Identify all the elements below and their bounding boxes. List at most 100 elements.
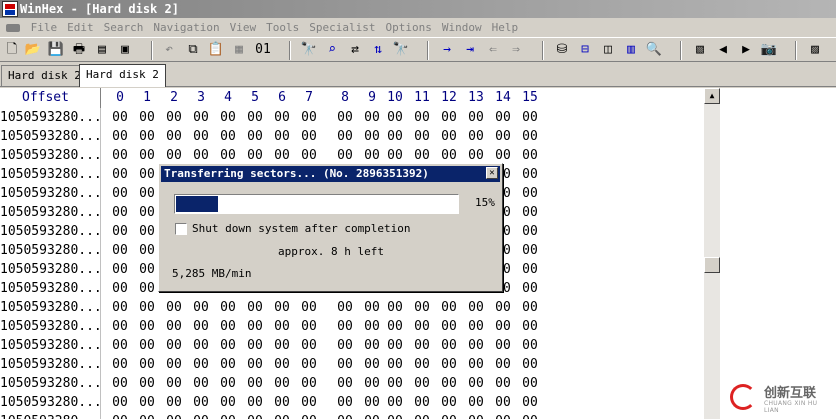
hex-byte[interactable]: 00 [362, 355, 382, 374]
hex-byte[interactable]: 00 [520, 127, 540, 146]
hex-byte[interactable]: 00 [137, 222, 157, 241]
hex-byte[interactable]: 00 [466, 374, 486, 393]
replace-text-icon[interactable]: ⇄ [346, 41, 364, 59]
hex-byte[interactable]: 00 [164, 393, 184, 412]
hex-byte[interactable]: 00 [245, 393, 265, 412]
hex-byte[interactable]: 00 [466, 127, 486, 146]
hex-byte[interactable]: 00 [191, 298, 211, 317]
hex-byte[interactable]: 00 [218, 336, 238, 355]
document-menu-icon[interactable] [6, 24, 20, 32]
hex-byte[interactable]: 00 [385, 393, 405, 412]
hex-byte[interactable]: 00 [335, 412, 355, 419]
hex-byte[interactable]: 00 [110, 355, 130, 374]
menu-options[interactable]: Options [385, 21, 431, 34]
hex-byte[interactable]: 00 [110, 241, 130, 260]
new-file-icon[interactable]: 🗋 [3, 41, 21, 59]
hex-byte[interactable]: 00 [335, 317, 355, 336]
hex-byte[interactable]: 00 [164, 298, 184, 317]
hex-byte[interactable]: 00 [245, 412, 265, 419]
hex-byte[interactable]: 00 [110, 393, 130, 412]
hex-byte[interactable]: 00 [137, 374, 157, 393]
hex-byte[interactable]: 00 [466, 355, 486, 374]
hex-byte[interactable]: 00 [110, 108, 130, 127]
hex-byte[interactable]: 00 [110, 222, 130, 241]
hex-byte[interactable]: 00 [245, 298, 265, 317]
hex-byte[interactable]: 00 [272, 298, 292, 317]
menu-tools[interactable]: Tools [266, 21, 299, 34]
hex-byte[interactable]: 00 [137, 260, 157, 279]
hex-byte[interactable]: 00 [362, 298, 382, 317]
hex-byte[interactable]: 00 [520, 222, 540, 241]
hex-byte[interactable]: 00 [362, 336, 382, 355]
paste-icon[interactable]: 📋 [207, 41, 225, 59]
vertical-scrollbar[interactable]: ▲ [704, 88, 720, 419]
hex-byte[interactable]: 00 [191, 412, 211, 419]
hex-byte[interactable]: 00 [245, 317, 265, 336]
hex-byte[interactable]: 00 [520, 336, 540, 355]
hex-byte[interactable]: 00 [385, 317, 405, 336]
print-icon[interactable]: 🖶 [70, 41, 88, 59]
hex-byte[interactable]: 00 [137, 241, 157, 260]
menu-window[interactable]: Window [442, 21, 482, 34]
hex-byte[interactable]: 00 [385, 298, 405, 317]
hex-byte[interactable]: 00 [299, 317, 319, 336]
hex-byte[interactable]: 00 [299, 412, 319, 419]
hex-byte[interactable]: 00 [520, 203, 540, 222]
dialog-close-button[interactable]: ✕ [486, 167, 498, 179]
menu-help[interactable]: Help [492, 21, 519, 34]
open-special-icon[interactable]: ▣ [116, 41, 134, 59]
hex-byte[interactable]: 00 [520, 241, 540, 260]
hex-byte[interactable]: 00 [245, 108, 265, 127]
hex-byte[interactable]: 00 [299, 298, 319, 317]
hex-byte[interactable]: 00 [362, 374, 382, 393]
hex-byte[interactable]: 00 [466, 412, 486, 419]
hex-byte[interactable]: 00 [362, 393, 382, 412]
open-folder-icon[interactable]: 📂 [24, 41, 42, 59]
hex-byte[interactable]: 00 [362, 317, 382, 336]
hex-byte[interactable]: 00 [272, 412, 292, 419]
hex-byte[interactable]: 00 [218, 108, 238, 127]
hex-byte[interactable]: 00 [137, 393, 157, 412]
hex-byte[interactable]: 00 [272, 355, 292, 374]
hex-byte[interactable]: 00 [164, 412, 184, 419]
hex-byte[interactable]: 00 [110, 260, 130, 279]
hex-byte[interactable]: 00 [493, 108, 513, 127]
hex-byte[interactable]: 00 [493, 355, 513, 374]
menu-navigation[interactable]: Navigation [153, 21, 219, 34]
next-sector-icon[interactable]: ▶ [737, 41, 755, 59]
hex-byte[interactable]: 00 [385, 374, 405, 393]
disk-tools-icon[interactable]: ◫ [599, 41, 617, 59]
hex-byte[interactable]: 00 [191, 336, 211, 355]
hex-byte[interactable]: 00 [520, 374, 540, 393]
hex-byte[interactable]: 00 [272, 374, 292, 393]
goto-offset-icon[interactable]: → [438, 41, 456, 59]
hex-byte[interactable]: 00 [110, 279, 130, 298]
scroll-thumb[interactable] [704, 257, 720, 273]
sector-info-icon[interactable]: ▧ [691, 41, 709, 59]
hex-byte[interactable]: 00 [110, 336, 130, 355]
hex-byte[interactable]: 00 [218, 317, 238, 336]
hex-byte[interactable]: 00 [137, 184, 157, 203]
hex-byte[interactable]: 00 [439, 127, 459, 146]
hex-values-icon[interactable]: 01 [254, 41, 272, 59]
hex-byte[interactable]: 00 [137, 146, 157, 165]
hex-byte[interactable]: 00 [335, 336, 355, 355]
hex-byte[interactable]: 00 [385, 127, 405, 146]
hex-byte[interactable]: 00 [110, 412, 130, 419]
undo-icon[interactable]: ↶ [160, 41, 178, 59]
hex-byte[interactable]: 00 [439, 412, 459, 419]
hex-byte[interactable]: 00 [412, 336, 432, 355]
hex-byte[interactable]: 00 [137, 355, 157, 374]
hex-byte[interactable]: 00 [137, 127, 157, 146]
hex-byte[interactable]: 00 [493, 317, 513, 336]
hex-byte[interactable]: 00 [299, 355, 319, 374]
snapshot-icon[interactable]: 📷 [760, 41, 778, 59]
ram-editor-icon[interactable]: ⊟ [576, 41, 594, 59]
back-icon[interactable]: ⇐ [484, 41, 502, 59]
hex-byte[interactable]: 00 [299, 127, 319, 146]
hex-byte[interactable]: 00 [245, 336, 265, 355]
hex-byte[interactable]: 00 [137, 412, 157, 419]
hex-byte[interactable]: 00 [493, 374, 513, 393]
hex-byte[interactable]: 00 [520, 108, 540, 127]
hex-byte[interactable]: 00 [299, 108, 319, 127]
